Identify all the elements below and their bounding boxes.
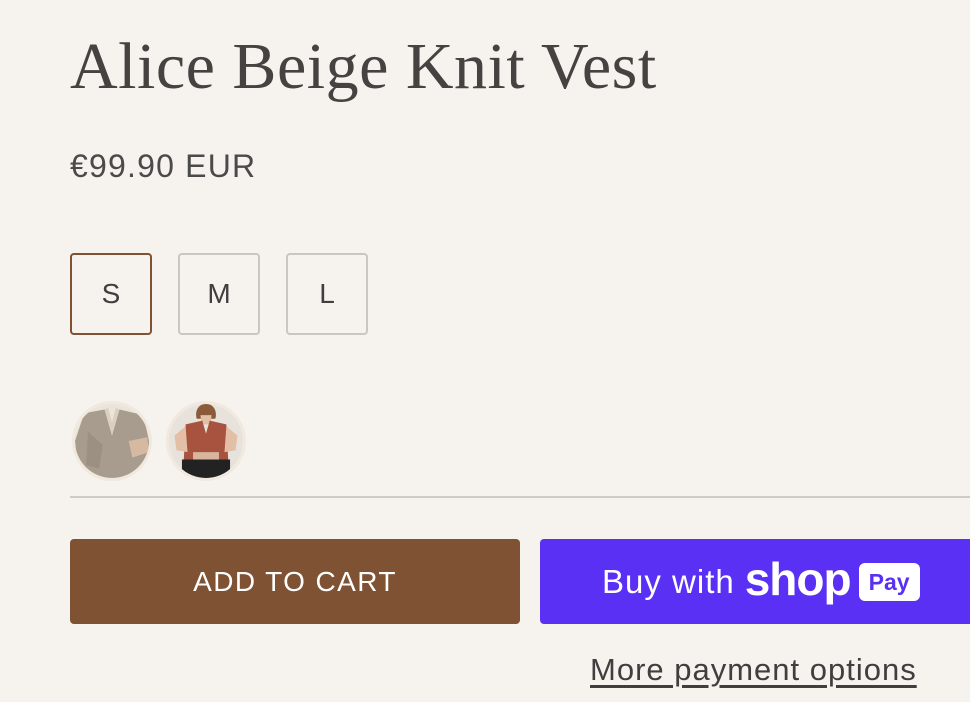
shop-logo: shop — [744, 552, 852, 605]
divider — [70, 496, 970, 498]
add-to-cart-label: ADD TO CART — [193, 565, 397, 597]
size-option-m[interactable]: M — [178, 253, 260, 335]
pay-badge: Pay — [858, 562, 920, 601]
buy-with-label: Buy with — [602, 562, 735, 600]
size-option-s[interactable]: S — [70, 253, 152, 335]
size-selector: S M L — [70, 253, 368, 335]
rust-swatch[interactable] — [166, 401, 246, 481]
shop-pay-button[interactable]: Buy with shop Pay — [540, 539, 970, 624]
more-payment-options-link[interactable]: More payment options — [590, 652, 917, 688]
rust-vest-thumbnail — [169, 404, 243, 478]
product-title: Alice Beige Knit Vest — [70, 30, 657, 103]
beige-swatch[interactable] — [72, 401, 152, 481]
size-option-l[interactable]: L — [286, 253, 368, 335]
product-price: €99.90 EUR — [70, 148, 257, 184]
beige-vest-thumbnail — [75, 404, 149, 478]
add-to-cart-button[interactable]: ADD TO CART — [70, 539, 520, 624]
color-swatches — [72, 401, 246, 481]
